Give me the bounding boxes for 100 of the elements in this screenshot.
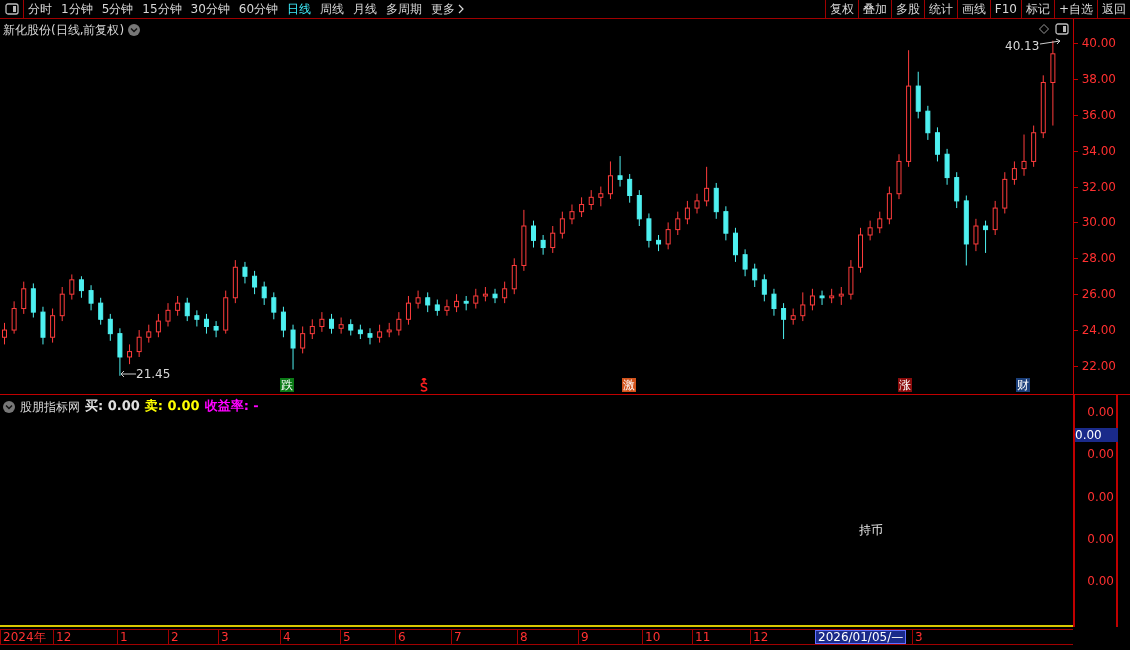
chevron-right-icon (458, 4, 465, 14)
toolbar-button[interactable]: 叠加 (857, 0, 891, 18)
date-axis-label: 11 (692, 630, 711, 644)
candle (531, 220, 536, 249)
candle (733, 227, 738, 263)
period-tab[interactable]: 多周期 (386, 0, 423, 18)
candle (742, 248, 748, 277)
candle (11, 300, 17, 335)
candle (290, 324, 296, 371)
price-axis-label: 36.00 (1081, 107, 1116, 122)
dropdown-icon[interactable] (128, 24, 141, 36)
panel-toggle-icon[interactable] (1055, 23, 1069, 35)
period-tab[interactable]: 周线 (320, 0, 345, 18)
candle (809, 288, 815, 311)
toolbar-button[interactable]: 复权 (824, 0, 858, 18)
period-tab[interactable]: 30分钟 (190, 0, 230, 18)
candle (521, 209, 527, 272)
candle (502, 281, 508, 304)
candle (636, 189, 642, 227)
candle (694, 193, 700, 214)
candle (223, 290, 229, 335)
chart-title: 新化股份(日线,前复权) (3, 22, 125, 39)
toolbar-button[interactable]: F10 (989, 0, 1021, 18)
candle (405, 295, 411, 326)
candle (146, 324, 152, 344)
candle (175, 295, 181, 317)
indicator-value: 买: 0.00 (85, 398, 140, 416)
date-axis-label: 2 (168, 630, 179, 644)
candle (550, 225, 556, 254)
candle (1040, 74, 1046, 139)
candle (155, 313, 161, 338)
candle (50, 308, 56, 344)
candle (280, 306, 286, 338)
period-tab[interactable]: 分时 (28, 0, 52, 18)
candle (78, 275, 84, 299)
candle (713, 182, 719, 220)
candle (1011, 160, 1017, 186)
date-axis-label: 3 (218, 630, 229, 644)
candle (232, 259, 238, 304)
candle (646, 212, 652, 249)
date-axis-label: 8 (517, 630, 528, 644)
period-tab[interactable]: 15分钟 (142, 0, 182, 18)
period-tab[interactable]: 5分钟 (101, 0, 134, 18)
toolbar-button[interactable]: 标记 (1020, 0, 1054, 18)
period-tab[interactable]: 1分钟 (61, 0, 93, 18)
high-price-label: 40.13 (1005, 38, 1040, 55)
dropdown-icon[interactable] (3, 400, 15, 413)
candle (184, 297, 190, 322)
period-tab[interactable]: 60分钟 (238, 0, 279, 18)
candle (40, 306, 46, 345)
toolbar-button[interactable]: 画线 (956, 0, 990, 18)
date-axis-label: 12 (750, 630, 769, 644)
candle (386, 322, 392, 338)
toolbar-button[interactable]: +自选 (1053, 0, 1097, 18)
candle (165, 302, 171, 327)
candle (136, 329, 142, 358)
candle (348, 318, 354, 336)
candle (271, 291, 277, 320)
candle (329, 313, 334, 335)
candle (848, 259, 854, 301)
candle (819, 290, 825, 306)
candle (800, 291, 806, 322)
candle (723, 205, 729, 241)
candle (781, 302, 787, 340)
candle (838, 286, 844, 306)
more-menu[interactable]: 更多 (431, 0, 465, 18)
candle (1002, 171, 1008, 214)
toolbar-button[interactable]: 统计 (923, 0, 957, 18)
diamond-icon[interactable] (1039, 24, 1049, 34)
candle (569, 204, 575, 225)
candle (704, 166, 710, 207)
toolbar-button[interactable]: 返回 (1097, 0, 1130, 18)
candle (665, 221, 671, 250)
candle (511, 257, 517, 295)
candle (59, 286, 65, 322)
candle (886, 186, 892, 225)
candle (973, 218, 979, 252)
price-axis-label: 32.00 (1081, 179, 1116, 194)
price-axis-label: 26.00 (1081, 287, 1116, 302)
candle (117, 327, 123, 377)
date-axis-label: 7 (451, 630, 462, 644)
candle (983, 220, 989, 254)
candle (319, 311, 325, 333)
candle (675, 211, 681, 236)
candle (607, 160, 613, 200)
period-tab[interactable]: 月线 (353, 0, 378, 18)
candle (896, 153, 902, 200)
toolbar-button[interactable]: 多股 (890, 0, 924, 18)
period-tab[interactable]: 日线 (287, 0, 312, 18)
candle (829, 288, 835, 304)
candle (540, 234, 546, 256)
indicator-axis-label: 0.00 (1087, 489, 1114, 504)
candle (463, 295, 469, 311)
panel-toggle-icon[interactable] (4, 3, 19, 15)
candle (434, 299, 440, 317)
candle (21, 281, 27, 315)
indicator-axis-label: 0.00 (1087, 574, 1114, 589)
candle (69, 273, 75, 301)
candle (309, 318, 315, 340)
candle (107, 313, 113, 342)
